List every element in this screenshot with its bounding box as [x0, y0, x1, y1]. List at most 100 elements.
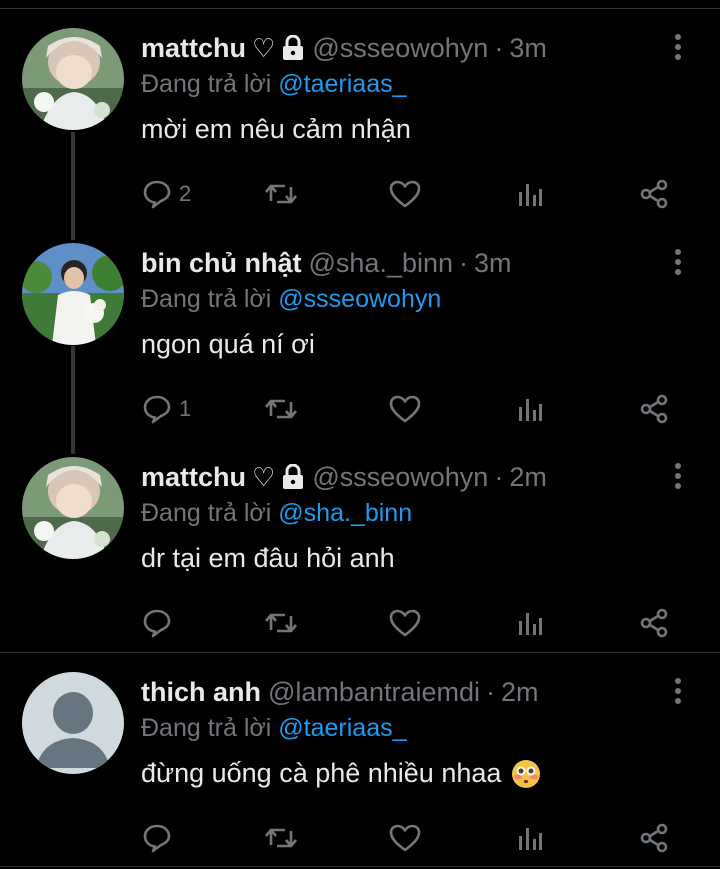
share-icon [640, 608, 668, 638]
share-icon [640, 394, 668, 424]
username[interactable]: @ssseowohyn [312, 33, 488, 64]
share-button[interactable] [638, 818, 670, 858]
tweet-text: dr tại em đâu hỏi anh [141, 543, 395, 573]
more-options-icon[interactable] [672, 461, 684, 493]
replying-to-label: Đang trả lời [141, 714, 272, 742]
timestamp[interactable]: 2m [509, 462, 547, 493]
action-bar [0, 603, 720, 643]
tweet-text-content: đừng uống cà phê nhiều nhaa [141, 758, 502, 788]
views-icon [519, 184, 542, 206]
like-button[interactable] [389, 818, 421, 858]
reply-count: 2 [179, 181, 192, 206]
views-button[interactable] [516, 174, 544, 214]
retweet-icon [265, 613, 297, 633]
heart-glyph: ♡ [252, 32, 276, 63]
tweet-header: mattchu ♡ @ssseowohyn · 3m [141, 28, 547, 68]
mention-link[interactable]: @ssseowohyn [278, 285, 441, 313]
reply-icon [143, 824, 171, 853]
tweet[interactable]: mattchu ♡ @ssseowohyn · 2m Đang trả lời … [0, 457, 720, 647]
views-icon [519, 399, 542, 421]
like-button[interactable] [389, 603, 421, 643]
reply-button[interactable]: 1 [141, 389, 191, 429]
tweet[interactable]: thich anh @lambantraiemdi · 2m Đang trả … [0, 672, 720, 862]
replying-to-label: Đang trả lời [141, 285, 272, 313]
replying-to: Đang trả lời @taeriaas_ [141, 714, 407, 743]
username[interactable]: @ssseowohyn [312, 462, 488, 493]
share-icon [640, 179, 668, 209]
separator-dot: · [459, 247, 468, 278]
replying-to: Đang trả lời @taeriaas_ [141, 70, 407, 99]
replying-to: Đang trả lời @ssseowohyn [141, 285, 441, 314]
lock-icon [281, 463, 305, 490]
reply-button[interactable]: 2 [141, 174, 191, 214]
reply-icon [143, 609, 171, 638]
share-button[interactable] [638, 174, 670, 214]
retweet-button[interactable] [263, 174, 299, 214]
timestamp[interactable]: 3m [509, 33, 547, 64]
display-name[interactable]: thich anh [141, 677, 261, 708]
like-button[interactable] [389, 389, 421, 429]
heart-glyph: ♡ [252, 461, 276, 492]
action-bar: 2 [0, 174, 720, 214]
tweet-header: bin chủ nhật @sha._binn · 3m [141, 243, 512, 283]
share-button[interactable] [638, 389, 670, 429]
tweet-text: mời em nêu cảm nhận [141, 114, 411, 144]
share-button[interactable] [638, 603, 670, 643]
timestamp[interactable]: 2m [501, 677, 539, 708]
divider [0, 866, 720, 867]
share-icon [640, 823, 668, 853]
mention-link[interactable]: @sha._binn [278, 499, 412, 527]
reply-icon [143, 395, 171, 424]
action-bar: 1 [0, 389, 720, 429]
top-divider [0, 0, 720, 9]
like-icon [389, 609, 421, 637]
like-icon [389, 395, 421, 423]
retweet-button[interactable] [263, 818, 299, 858]
display-name[interactable]: bin chủ nhật [141, 248, 301, 279]
separator-dot: · [494, 32, 504, 63]
views-button[interactable] [516, 603, 544, 643]
avatar[interactable] [22, 243, 124, 345]
reply-button[interactable] [141, 603, 179, 643]
more-options-icon[interactable] [672, 676, 684, 708]
tweet-text: đừng uống cà phê nhiều nhaa [141, 758, 541, 789]
replying-to-label: Đang trả lời [141, 499, 272, 527]
divider [0, 652, 720, 653]
lock-icon [281, 34, 305, 61]
like-button[interactable] [389, 174, 421, 214]
separator-dot: · [494, 461, 504, 492]
replying-to-label: Đang trả lời [141, 70, 272, 98]
views-icon [519, 613, 542, 635]
flushed-face-icon [511, 759, 541, 789]
username[interactable]: @sha._binn [308, 248, 453, 279]
reply-icon [143, 180, 171, 209]
retweet-button[interactable] [263, 603, 299, 643]
avatar[interactable] [22, 672, 124, 774]
display-name[interactable]: mattchu [141, 33, 246, 64]
reply-button[interactable] [141, 818, 179, 858]
views-icon [519, 828, 542, 850]
views-button[interactable] [516, 818, 544, 858]
tweet-header: thich anh @lambantraiemdi · 2m [141, 672, 539, 712]
mention-link[interactable]: @taeriaas_ [278, 70, 406, 98]
like-icon [389, 824, 421, 852]
timestamp[interactable]: 3m [474, 248, 512, 279]
reply-count: 1 [179, 396, 192, 421]
retweet-icon [265, 184, 297, 204]
like-icon [389, 180, 421, 208]
avatar[interactable] [22, 28, 124, 130]
more-options-icon[interactable] [672, 32, 684, 64]
views-button[interactable] [516, 389, 544, 429]
retweet-icon [265, 399, 297, 419]
display-name[interactable]: mattchu [141, 462, 246, 493]
username[interactable]: @lambantraiemdi [268, 677, 480, 708]
tweet-header: mattchu ♡ @ssseowohyn · 2m [141, 457, 547, 497]
retweet-button[interactable] [263, 389, 299, 429]
tweet[interactable]: bin chủ nhật @sha._binn · 3m Đang trả lờ… [0, 243, 720, 433]
tweet[interactable]: mattchu ♡ @ssseowohyn · 3m Đang trả lời … [0, 28, 720, 218]
action-bar [0, 818, 720, 858]
mention-link[interactable]: @taeriaas_ [278, 714, 406, 742]
avatar[interactable] [22, 457, 124, 559]
tweet-text: ngon quá ní ơi [141, 329, 315, 359]
more-options-icon[interactable] [672, 247, 684, 279]
